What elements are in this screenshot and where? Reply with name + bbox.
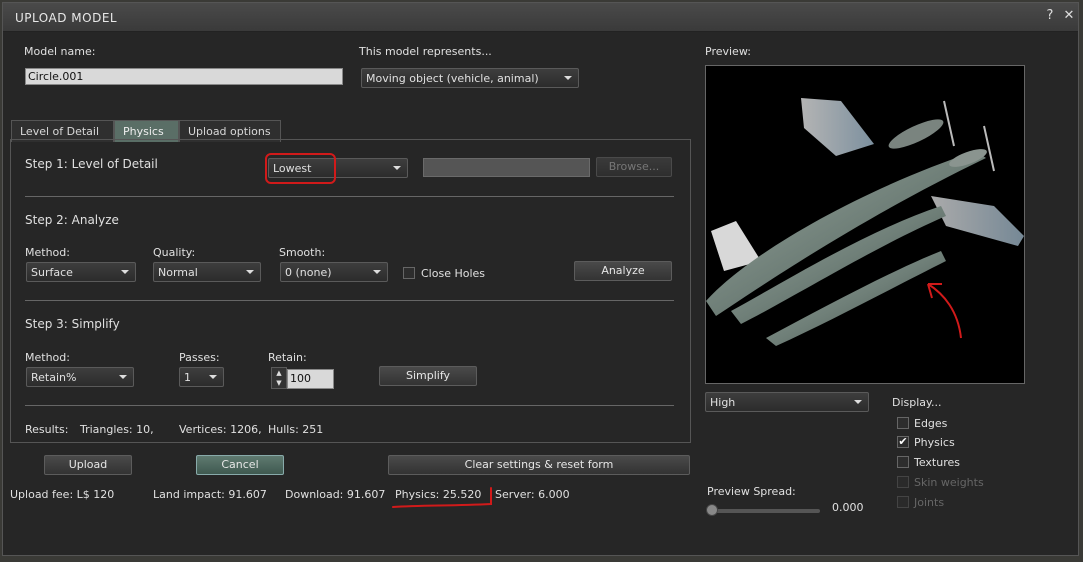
clear-settings-button[interactable]: Clear settings & reset form bbox=[388, 455, 690, 475]
display-label: Display... bbox=[892, 396, 942, 409]
smooth-dropdown[interactable]: 0 (none) bbox=[280, 262, 388, 282]
results-label: Results: bbox=[25, 423, 69, 436]
step2-title: Step 2: Analyze bbox=[25, 213, 119, 227]
close-holes-label: Close Holes bbox=[421, 267, 486, 280]
help-icon[interactable]: ? bbox=[1043, 8, 1057, 23]
preview-spread-value: 0.000 bbox=[832, 501, 864, 514]
red-annotation-circle bbox=[265, 153, 336, 184]
browse-button[interactable]: Browse... bbox=[596, 157, 672, 177]
smooth-label: Smooth: bbox=[279, 246, 326, 259]
analyze-method-value: Surface bbox=[31, 266, 73, 279]
land-impact: Land impact: 91.607 bbox=[153, 488, 267, 501]
textures-label: Textures bbox=[914, 456, 960, 469]
spinner-down-icon[interactable]: ▼ bbox=[272, 378, 286, 388]
analyze-button[interactable]: Analyze bbox=[574, 261, 672, 281]
passes-dropdown[interactable]: 1 bbox=[179, 367, 224, 387]
window-title: UPLOAD MODEL bbox=[15, 11, 118, 25]
results-hulls: Hulls: 251 bbox=[268, 423, 324, 436]
chevron-down-icon bbox=[854, 400, 862, 404]
model-render-image bbox=[706, 98, 1024, 346]
quality-label: Quality: bbox=[153, 246, 196, 259]
represents-label: This model represents... bbox=[359, 45, 492, 58]
preview-spread-track[interactable] bbox=[710, 509, 820, 513]
chevron-down-icon bbox=[393, 166, 401, 170]
chevron-down-icon bbox=[564, 76, 572, 80]
analyze-method-label: Method: bbox=[25, 246, 70, 259]
represents-dropdown[interactable]: Moving object (vehicle, animal) bbox=[361, 68, 579, 88]
close-holes-checkbox[interactable] bbox=[403, 267, 415, 279]
simplify-method-label: Method: bbox=[25, 351, 70, 364]
preview-spread-label: Preview Spread: bbox=[707, 485, 796, 498]
skin-weights-label: Skin weights bbox=[914, 476, 984, 489]
upload-button[interactable]: Upload bbox=[44, 455, 132, 475]
joints-label: Joints bbox=[914, 496, 945, 509]
model-name-label: Model name: bbox=[24, 45, 96, 58]
simplify-method-dropdown[interactable]: Retain% bbox=[26, 367, 134, 387]
model-name-input[interactable]: Circle.001 bbox=[25, 68, 343, 85]
chevron-down-icon bbox=[119, 375, 127, 379]
results-vertices: Vertices: 1206, bbox=[179, 423, 262, 436]
preview-quality-dropdown[interactable]: High bbox=[705, 392, 869, 412]
results-triangles: Triangles: 10, bbox=[80, 423, 154, 436]
title-bar[interactable]: UPLOAD MODEL ? ✕ bbox=[3, 3, 1078, 32]
preview-label: Preview: bbox=[705, 45, 751, 58]
divider bbox=[25, 196, 674, 197]
skin-weights-checkbox bbox=[897, 476, 909, 488]
physics-panel bbox=[10, 139, 691, 443]
checkmark-icon: ✔ bbox=[898, 435, 908, 448]
analyze-method-dropdown[interactable]: Surface bbox=[26, 262, 136, 282]
quality-value: Normal bbox=[158, 266, 198, 279]
preview-spread-slider-handle[interactable] bbox=[706, 504, 718, 516]
chevron-down-icon bbox=[373, 270, 381, 274]
smooth-value: 0 (none) bbox=[285, 266, 332, 279]
lod-file-path-input bbox=[423, 158, 590, 177]
retain-label: Retain: bbox=[268, 351, 307, 364]
model-preview-viewport[interactable] bbox=[705, 65, 1025, 384]
simplify-method-value: Retain% bbox=[31, 371, 77, 384]
preview-quality-value: High bbox=[710, 396, 736, 409]
passes-value: 1 bbox=[184, 371, 191, 384]
close-icon[interactable]: ✕ bbox=[1062, 8, 1076, 23]
server-cost: Server: 6.000 bbox=[495, 488, 570, 501]
physics-display-label: Physics bbox=[914, 436, 955, 449]
retain-input[interactable]: 100 bbox=[287, 369, 334, 389]
joints-checkbox bbox=[897, 496, 909, 508]
chevron-down-icon bbox=[246, 270, 254, 274]
red-annotation-underline bbox=[392, 487, 492, 508]
passes-label: Passes: bbox=[179, 351, 220, 364]
spinner-up-icon[interactable]: ▲ bbox=[272, 368, 286, 378]
represents-value: Moving object (vehicle, animal) bbox=[366, 72, 539, 85]
edges-checkbox[interactable] bbox=[897, 417, 909, 429]
step1-title: Step 1: Level of Detail bbox=[25, 157, 158, 171]
edges-label: Edges bbox=[914, 417, 948, 430]
chevron-down-icon bbox=[121, 270, 129, 274]
cancel-button[interactable]: Cancel bbox=[196, 455, 284, 475]
quality-dropdown[interactable]: Normal bbox=[153, 262, 261, 282]
physics-checkbox[interactable]: ✔ bbox=[897, 436, 909, 448]
textures-checkbox[interactable] bbox=[897, 456, 909, 468]
divider bbox=[25, 405, 674, 406]
download-cost: Download: 91.607 bbox=[285, 488, 386, 501]
retain-spinner[interactable]: ▲ ▼ bbox=[271, 367, 287, 389]
divider bbox=[25, 300, 674, 301]
chevron-down-icon bbox=[209, 375, 217, 379]
upload-model-window: UPLOAD MODEL ? ✕ Model name: Circle.001 … bbox=[2, 2, 1079, 556]
upload-fee: Upload fee: L$ 120 bbox=[10, 488, 115, 501]
step3-title: Step 3: Simplify bbox=[25, 317, 120, 331]
simplify-button[interactable]: Simplify bbox=[379, 366, 477, 386]
